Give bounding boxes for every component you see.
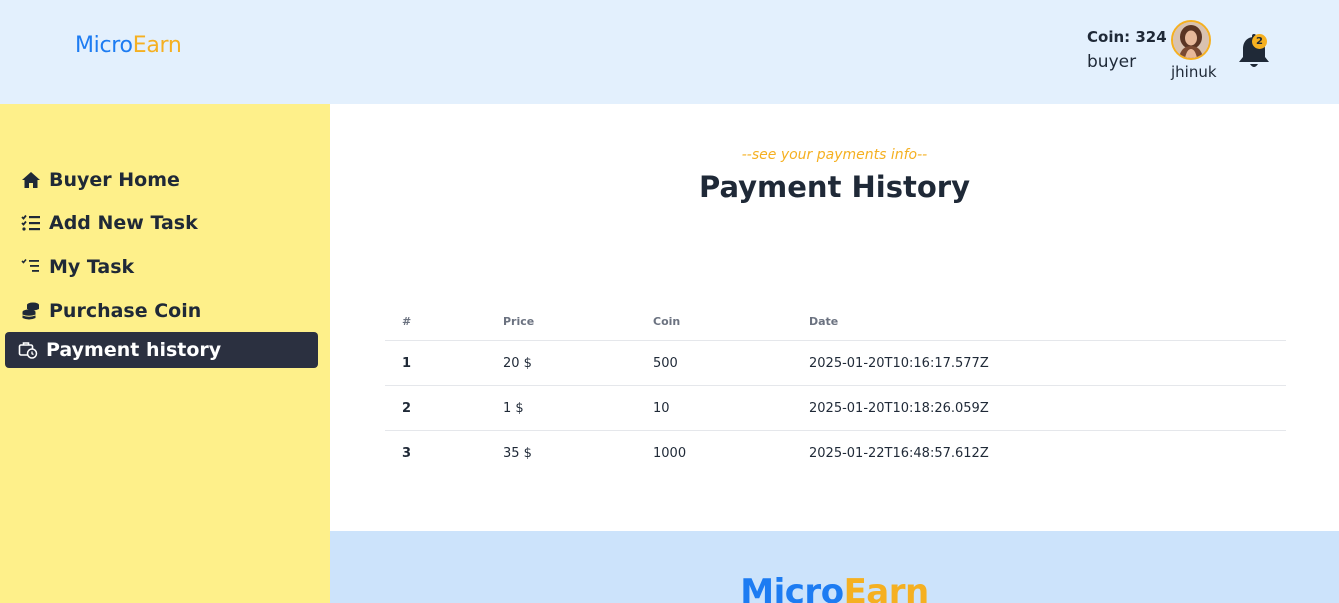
home-icon — [20, 169, 42, 191]
coins-icon — [20, 300, 42, 322]
checklist-icon — [20, 212, 42, 234]
top-navbar: MicroEarn Coin: 324 buyer jhinuk 2 — [0, 0, 1339, 104]
table-header-row: # Price Coin Date — [385, 305, 1286, 341]
column-header-price: Price — [503, 315, 535, 328]
sidebar: Buyer Home Add New Task My Task Purchase… — [0, 104, 330, 603]
footer-brand-part1: Micro — [740, 572, 844, 603]
user-info: Coin: 324 buyer — [1087, 28, 1167, 72]
cell-index: 1 — [402, 356, 412, 371]
sidebar-item-label: Add New Task — [49, 212, 198, 234]
brand-logo-part1: Micro — [75, 33, 133, 58]
column-header-index: # — [402, 315, 412, 328]
cell-date: 2025-01-22T16:48:57.612Z — [809, 446, 989, 461]
cell-coin: 500 — [653, 356, 678, 371]
notification-button[interactable]: 2 — [1237, 33, 1271, 71]
sidebar-item-label: Purchase Coin — [49, 300, 202, 322]
cell-index: 2 — [402, 401, 412, 416]
cell-price: 1 $ — [503, 401, 524, 416]
sidebar-item-purchase-coin[interactable]: Purchase Coin — [5, 293, 318, 329]
page-subtitle: --see your payments info-- — [741, 147, 928, 163]
column-header-date: Date — [809, 315, 839, 328]
sidebar-item-payment-history[interactable]: Payment history — [5, 332, 318, 368]
footer-brand-logo[interactable]: MicroEarn — [330, 572, 1339, 603]
task-list-icon — [20, 256, 42, 278]
cell-index: 3 — [402, 446, 412, 461]
footer: MicroEarn — [330, 531, 1339, 603]
sidebar-item-my-task[interactable]: My Task — [5, 249, 318, 285]
username: jhinuk — [1171, 63, 1217, 81]
sidebar-item-add-new-task[interactable]: Add New Task — [5, 205, 318, 241]
cell-price: 35 $ — [503, 446, 532, 461]
sidebar-item-buyer-home[interactable]: Buyer Home — [5, 162, 318, 198]
table-row: 3 35 $ 1000 2025-01-22T16:48:57.612Z — [385, 431, 1286, 476]
cell-date: 2025-01-20T10:18:26.059Z — [809, 401, 989, 416]
avatar[interactable] — [1171, 20, 1211, 60]
cell-price: 20 $ — [503, 356, 532, 371]
brand-logo[interactable]: MicroEarn — [75, 33, 182, 58]
column-header-coin: Coin — [653, 315, 681, 328]
coin-balance: Coin: 324 — [1087, 28, 1167, 46]
cell-coin: 1000 — [653, 446, 687, 461]
table-row: 1 20 $ 500 2025-01-20T10:16:17.577Z — [385, 341, 1286, 386]
sidebar-item-label: Payment history — [46, 339, 222, 361]
cell-coin: 10 — [653, 401, 670, 416]
cell-date: 2025-01-20T10:16:17.577Z — [809, 356, 989, 371]
briefcase-clock-icon — [17, 339, 39, 361]
avatar-image — [1173, 22, 1209, 58]
notification-badge: 2 — [1252, 34, 1267, 49]
sidebar-item-label: Buyer Home — [49, 169, 180, 191]
page-title: Payment History — [698, 170, 970, 204]
sidebar-item-label: My Task — [49, 256, 135, 278]
footer-brand-part2: Earn — [843, 572, 930, 603]
brand-logo-part2: Earn — [132, 33, 182, 58]
table-row: 2 1 $ 10 2025-01-20T10:18:26.059Z — [385, 386, 1286, 431]
user-role: buyer — [1087, 52, 1137, 72]
payment-history-table: # Price Coin Date 1 20 $ 500 2025-01-20T… — [385, 305, 1286, 476]
